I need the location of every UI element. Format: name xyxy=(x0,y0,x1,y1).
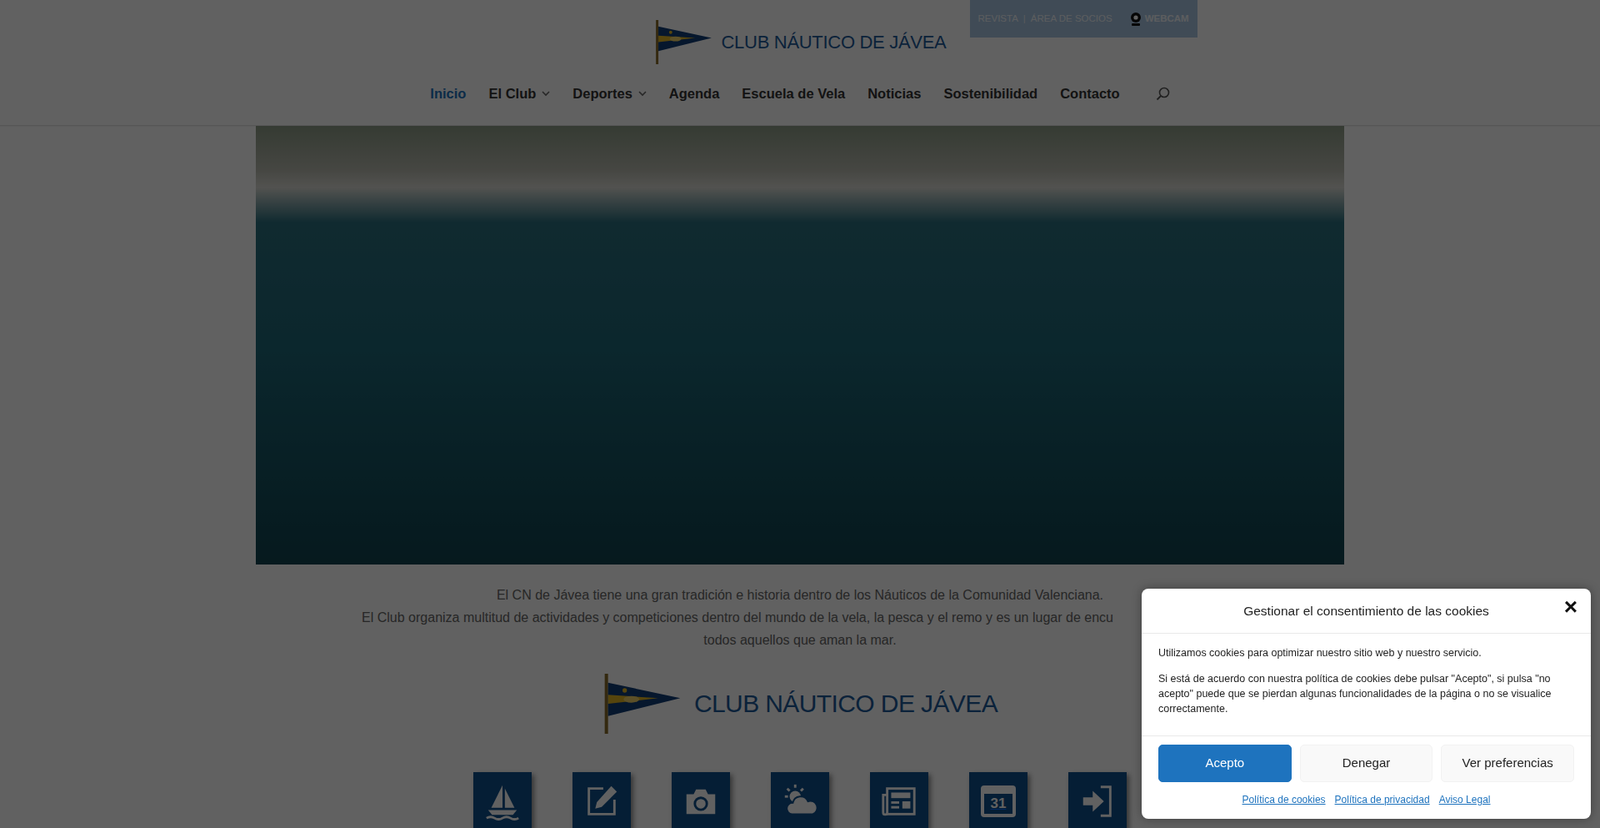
cookie-dialog: Gestionar el consentimiento de las cooki… xyxy=(1141,588,1591,819)
dialog-text: Si está de acuerdo con nuestra política … xyxy=(1158,670,1575,716)
dialog-body: Utilizamos cookies para optimizar nuestr… xyxy=(1141,633,1591,737)
dialog-buttons: AceptoDenegarVer preferencias xyxy=(1141,735,1591,787)
policy-link[interactable]: Política de privacidad xyxy=(1335,791,1430,807)
dialog-header: Gestionar el consentimiento de las cooki… xyxy=(1141,588,1591,633)
consent-button[interactable]: Ver preferencias xyxy=(1440,744,1575,782)
policy-link[interactable]: Aviso Legal xyxy=(1439,791,1491,807)
policy-links: Política de cookies Política de privacida… xyxy=(1141,786,1591,819)
dialog-title: Gestionar el consentimiento de las cooki… xyxy=(1158,600,1575,620)
close-button[interactable]: × xyxy=(1564,595,1578,619)
policy-link[interactable]: Política de cookies xyxy=(1242,791,1326,807)
dialog-text: Utilizamos cookies para optimizar nuestr… xyxy=(1158,645,1575,660)
consent-button[interactable]: Acepto xyxy=(1158,744,1292,782)
consent-button[interactable]: Denegar xyxy=(1300,744,1434,782)
